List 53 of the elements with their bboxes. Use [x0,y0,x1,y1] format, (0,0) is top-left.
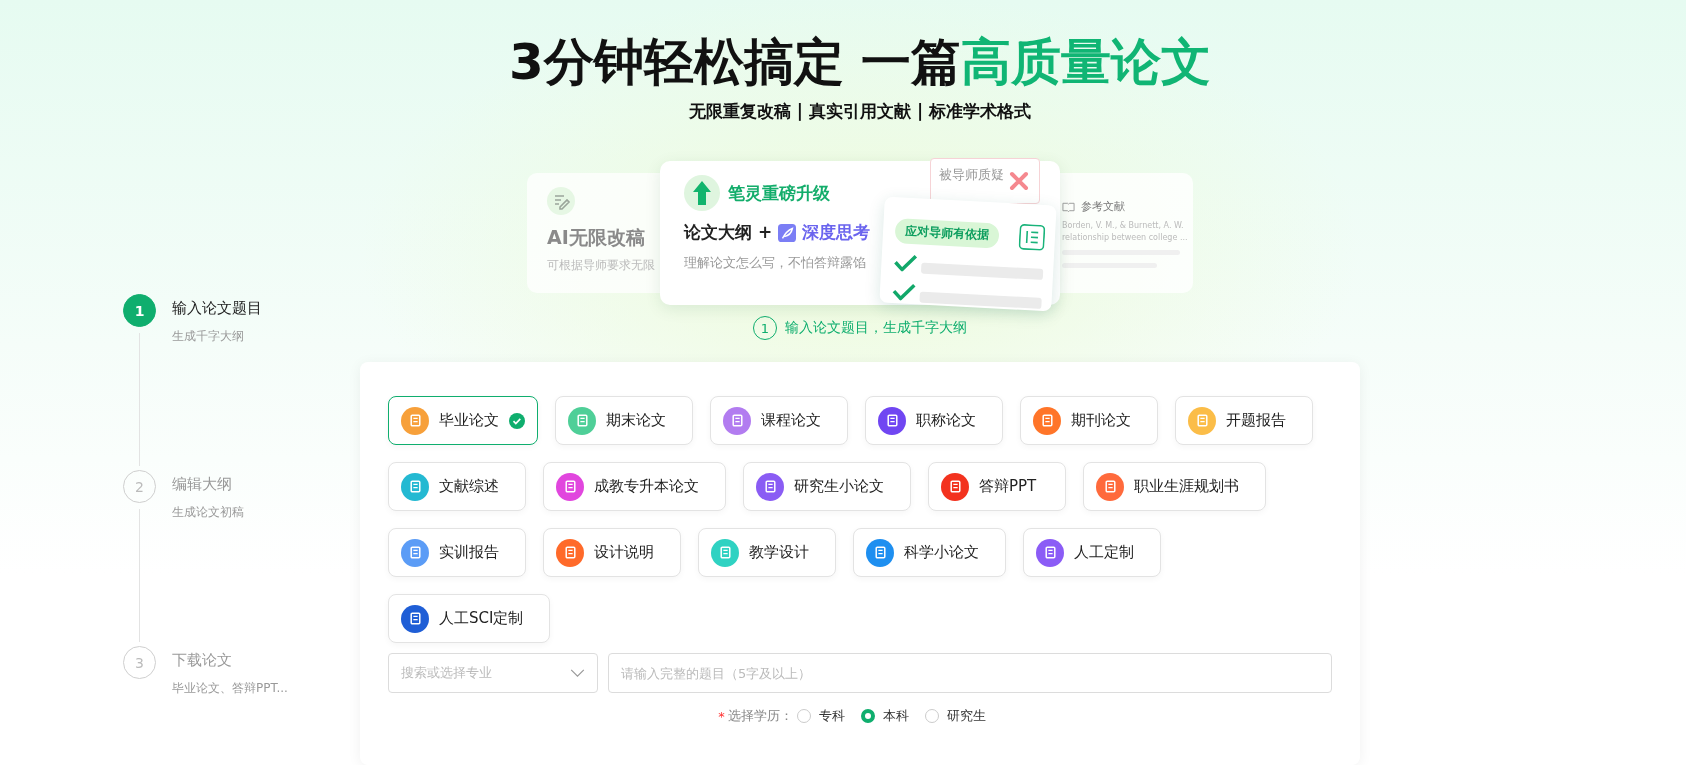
cross-icon [1009,171,1029,191]
paper-type-option[interactable]: 开题报告 [1175,396,1313,445]
paper-type-option[interactable]: 答辩PPT [928,462,1066,511]
paper-type-option[interactable]: 职业生涯规划书 [1083,462,1266,511]
paper-type-option[interactable]: 实训报告 [388,528,526,577]
paper-type-option[interactable]: 研究生小论文 [743,462,911,511]
check-icon [509,412,525,429]
paper-type-option[interactable]: 设计说明 [543,528,681,577]
title-input[interactable]: 请输入完整的题目（5字及以上） [608,653,1332,693]
chevron-down-icon [570,668,585,678]
paper-type-option[interactable]: 期刊论文 [1020,396,1158,445]
evidence-tag: 应对导师有依据 [894,217,1000,249]
edit-icon [547,187,575,215]
arrow-up-icon [684,175,720,211]
paper-type-option[interactable]: 人工SCI定制 [388,594,551,643]
paper-type-option[interactable]: 成教专升本论文 [543,462,726,511]
hero-subtitle: 无限重复改稿 | 真实引用文献 | 标准学术格式 [688,100,1032,123]
hero-title: 3分钟轻松搞定 一篇高质量论文 [508,32,1212,92]
step-title: 下载论文 [172,651,233,670]
step-title: 编辑大纲 [172,475,233,494]
paper-type-option[interactable]: 课程论文 [710,396,848,445]
required-mark: * [718,708,725,724]
education-label: 选择学历： [727,707,793,725]
card-headline: 论文大纲 + [684,221,773,244]
feature-text: 可根据导师要求无限 [547,257,656,274]
reference-title: 参考文献 [1081,199,1125,214]
paper-type-option[interactable]: 人工定制 [1023,528,1161,577]
paper-type-option[interactable]: 职称论文 [865,396,1003,445]
step-subtitle: 毕业论文、答辩PPT... [172,680,288,697]
reference-text: Borden, V. M., & Burnett, A. W. [1062,221,1183,230]
list-icon [1018,223,1046,251]
doubt-text: 被导师质疑 [939,167,1004,182]
brand-title: 笔灵重磅升级 [728,181,830,205]
paper-type-option[interactable]: 文献综述 [388,462,526,511]
education-option[interactable]: 本科 [860,707,909,725]
step-hint: 输入论文题目，生成千字大纲 [785,319,967,337]
paper-type-option[interactable]: 教学设计 [698,528,836,577]
paper-type-option[interactable]: 科学小论文 [853,528,1006,577]
book-icon [1062,201,1075,212]
step-number: 1 [123,294,156,327]
deep-thinking-label: 深度思考 [802,221,871,244]
step-title: 输入论文题目 [172,299,262,318]
step-subtitle: 生成千字大纲 [172,328,245,345]
check-icon [891,281,917,301]
feature-title: AI无限改稿 [547,225,646,250]
feather-icon [778,223,797,242]
education-option[interactable]: 专科 [796,707,845,725]
card-text: 理解论文怎么写，不怕答辩露馅 [684,254,866,272]
check-icon [893,252,918,272]
paper-type-option[interactable]: 期末论文 [555,396,693,445]
education-option[interactable]: 研究生 [924,707,986,725]
paper-type-option[interactable]: 毕业论文 [388,396,538,445]
step-subtitle: 生成论文初稿 [172,504,244,521]
